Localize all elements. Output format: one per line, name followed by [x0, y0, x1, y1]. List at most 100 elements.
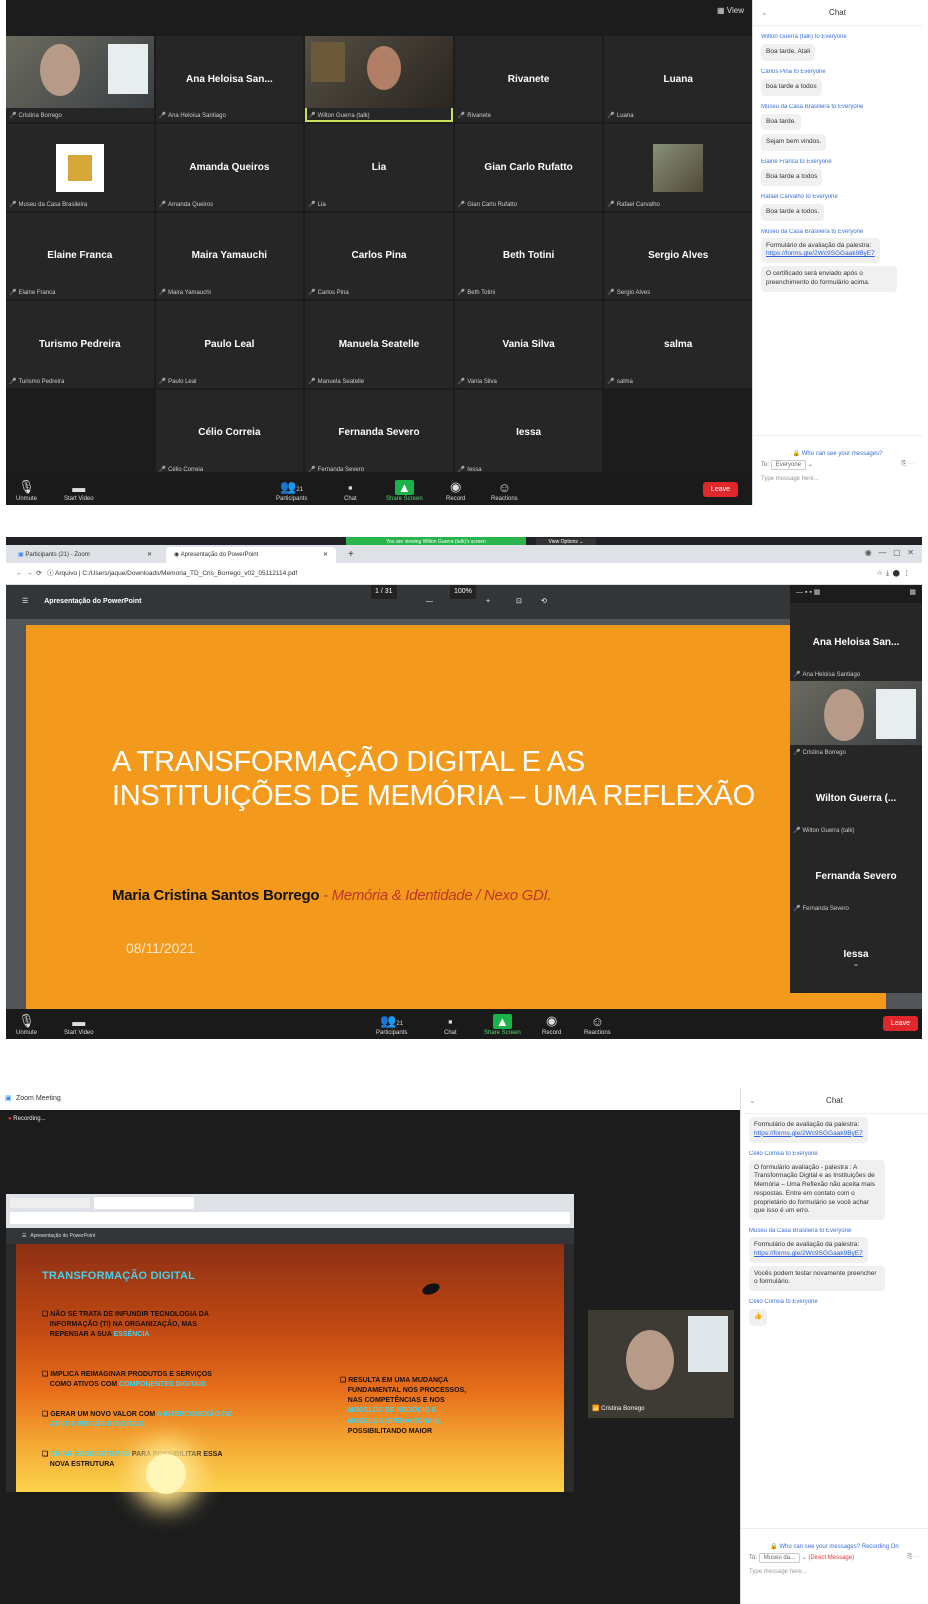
participant-tile[interactable]: Iessa: [790, 915, 922, 993]
participant-tile[interactable]: Fernanda Severo 🎤 Fernanda Severo: [790, 837, 922, 915]
participant-tile[interactable]: Ana Heloisa San... 🎤 Ana Heloisa Santiago: [790, 603, 922, 681]
participant-name: Carlos Pina: [317, 290, 349, 297]
close-tab-icon[interactable]: ✕: [323, 547, 328, 563]
side-controls[interactable]: — ▪ ▪ ▦ ▦: [790, 585, 922, 601]
message-link[interactable]: https://forms.gle/2Wc9SGGaak9ByE7: [754, 1130, 863, 1137]
participant-tile[interactable]: Rivanete 🎤 Rivanete: [454, 36, 603, 123]
participants-label: Participants: [276, 496, 308, 502]
zoom-level[interactable]: 100%: [450, 585, 476, 599]
message-text: Boa tarde.: [766, 117, 796, 125]
scroll-down-icon[interactable]: ⌄: [790, 959, 922, 968]
zoom-out-icon[interactable]: —: [426, 585, 433, 619]
participant-name-label: 🎤 Carlos Pina: [308, 289, 349, 296]
reactions-button[interactable]: ☺ Reactions: [584, 1014, 611, 1036]
window-background: [107, 44, 148, 94]
message-bubble: Formulário de avaliação da palestra: http…: [749, 1237, 868, 1263]
participant-tile[interactable]: Iessa 🎤 Iessa: [454, 389, 603, 476]
participant-tile[interactable]: Elaine Franca 🎤 Elaine Franca: [6, 212, 154, 300]
start-video-button[interactable]: ▬ Start Video: [64, 1014, 94, 1036]
leave-button[interactable]: Leave: [882, 1016, 918, 1031]
who-can-see-link[interactable]: 🔒 Who can see your messages? Recording O…: [749, 1543, 920, 1550]
recording-indicator[interactable]: ● Recording...: [8, 1116, 46, 1122]
chat-message: Vocês podem testar novamente preencher o…: [741, 1263, 928, 1292]
address-bar[interactable]: ← → ⟳ ⓘ Arquivo | C:/Users/jaque/Downloa…: [6, 563, 922, 585]
participant-tile[interactable]: salma 🎤 salma: [604, 301, 752, 388]
participant-tile[interactable]: 🎤 Wilton Guerra (talk): [305, 36, 453, 123]
who-can-see-link[interactable]: 🔒 Who can see your messages?: [761, 450, 914, 457]
message-link[interactable]: https://forms.gle/2Wc9SGGaak9ByE7: [754, 1250, 863, 1257]
participant-tile[interactable]: Gian Carlo Rufatto 🎤 Gian Carlo Rufatto: [454, 124, 603, 211]
close-tab-icon[interactable]: ✕: [147, 547, 152, 563]
collapse-icon[interactable]: ⌄: [749, 1088, 756, 1114]
reactions-label: Reactions: [491, 496, 518, 502]
chat-label: Chat: [444, 1030, 457, 1036]
participants-icon: 👥21: [280, 479, 304, 494]
participant-tile[interactable]: 🎤 Museu da Casa Brasileira: [6, 124, 154, 211]
browser-actions[interactable]: ☆ ⤓ ⬤ ⋮: [877, 563, 910, 585]
file-icon[interactable]: ⎘ ⋯: [908, 1554, 920, 1561]
file-icon[interactable]: ⎘ ⋯: [902, 461, 914, 468]
muted-mic-icon: 🎤: [9, 290, 17, 297]
window-background: [876, 689, 916, 739]
start-video-label: Start Video: [64, 1030, 94, 1036]
participant-tile[interactable]: Manuela Seatelle 🎤 Manuela Seatelle: [305, 301, 453, 388]
page-indicator[interactable]: 1 / 31: [371, 585, 397, 599]
participants-button[interactable]: 👥21 Participants: [376, 1013, 407, 1036]
participant-tile[interactable]: Beth Totini 🎤 Beth Totini: [454, 212, 603, 300]
participant-tile[interactable]: Célio Correia 🎤 Célio Correia: [155, 389, 304, 476]
zoom-in-icon[interactable]: +: [486, 585, 490, 619]
participant-tile[interactable]: Sergio Alves 🎤 Sergio Alves: [604, 212, 752, 300]
pdf-title: Apresentação do PowerPoint: [44, 598, 142, 605]
rotate-icon[interactable]: ⟲: [541, 585, 547, 619]
window-controls[interactable]: ◉ — ▢ ✕: [865, 548, 914, 557]
participant-tile[interactable]: 🎤 Rafael Carvalho: [604, 124, 752, 211]
menu-icon[interactable]: ☰: [22, 598, 28, 605]
participant-tile[interactable]: Lia 🎤 Lia: [305, 124, 453, 211]
recipient-selector[interactable]: To: Museu da... ⌄ (Direct Message) ⎘ ⋯: [749, 1553, 920, 1563]
record-button[interactable]: ◉ Record: [542, 1013, 561, 1036]
collapse-icon[interactable]: ⌄: [761, 0, 768, 26]
tab-participants[interactable]: ▣ Participants (21) - Zoom ✕: [10, 547, 160, 563]
to-label: To:: [749, 1555, 758, 1561]
participant-tile[interactable]: Ana Heloisa San... 🎤 Ana Heloisa Santiago: [155, 36, 304, 123]
chat-button[interactable]: ▪ Chat: [444, 1014, 457, 1036]
unmute-button[interactable]: 🎙 Unmute: [16, 1013, 37, 1036]
participant-tile[interactable]: Turismo Pedreira 🎤 Turismo Pedreira: [6, 301, 154, 388]
message-link[interactable]: https://forms.gle/2Wc9SGGaak9ByE7: [766, 250, 875, 257]
participant-tile[interactable]: 🎤 Cristina Borrego: [6, 36, 154, 123]
participant-tile[interactable]: Maira Yamauchi 🎤 Maira Yamauchi: [155, 212, 304, 300]
chat-button[interactable]: ▪ Chat: [344, 480, 357, 502]
participant-tile[interactable]: 🎤 Cristina Borrego: [790, 681, 922, 759]
participant-tile[interactable]: Fernanda Severo 🎤 Fernanda Severo: [305, 389, 453, 476]
participant-name-label: 🎤 Cristina Borrego: [793, 749, 846, 756]
participant-tile[interactable]: Vania Silva 🎤 Vania Silva: [454, 301, 603, 388]
message-input[interactable]: Type message here...: [761, 476, 914, 482]
message-sender: Elaine Franca to Everyone: [761, 159, 832, 166]
reactions-button[interactable]: ☺ Reactions: [491, 480, 518, 502]
message-bubble: 👍: [749, 1309, 768, 1326]
record-button[interactable]: ◉ Record: [446, 479, 465, 502]
participant-tile[interactable]: Wilton Guerra (... 🎤 Wilton Guerra (talk): [790, 759, 922, 837]
start-video-button[interactable]: ▬ Start Video: [64, 480, 94, 502]
unmute-button[interactable]: 🎙 Unmute: [16, 479, 37, 502]
bullet-4-line2: NOVA ESTRUTURA: [49, 1461, 115, 1469]
participant-tile[interactable]: Paulo Leal 🎤 Paulo Leal: [155, 301, 304, 388]
participant-tile[interactable]: Amanda Queiros 🎤 Amanda Queiros: [155, 124, 304, 211]
recipient-selector[interactable]: To: Everyone ⌄ ⎘ ⋯: [761, 460, 914, 470]
bullet-3-line1: GERAR UM NOVO VALOR COM: [50, 1411, 157, 1418]
participants-button[interactable]: 👥21 Participants: [276, 479, 307, 502]
tab-powerpoint[interactable]: ◉ Apresentação do PowerPoint ✕: [166, 547, 336, 563]
participant-tile[interactable]: Carlos Pina 🎤 Carlos Pina: [305, 212, 453, 300]
museum-logo: [55, 143, 104, 192]
leave-button[interactable]: Leave: [702, 482, 738, 497]
share-screen-button[interactable]: ▲ Share Screen: [484, 1014, 521, 1036]
new-tab-button[interactable]: +: [340, 547, 362, 563]
record-label: Record: [542, 1030, 562, 1036]
message-input[interactable]: Type message here...: [749, 1569, 920, 1575]
participant-tile[interactable]: Luana 🎤 Luana: [604, 36, 752, 123]
speaker-video[interactable]: 📶 Cristina Borrego: [588, 1310, 734, 1418]
message-bubble: boa tarde a todos: [761, 78, 822, 96]
fit-page-icon[interactable]: ⊡: [516, 585, 522, 619]
view-button[interactable]: ▦ View: [717, 6, 744, 15]
share-screen-button[interactable]: ▲ Share Screen: [386, 480, 423, 502]
